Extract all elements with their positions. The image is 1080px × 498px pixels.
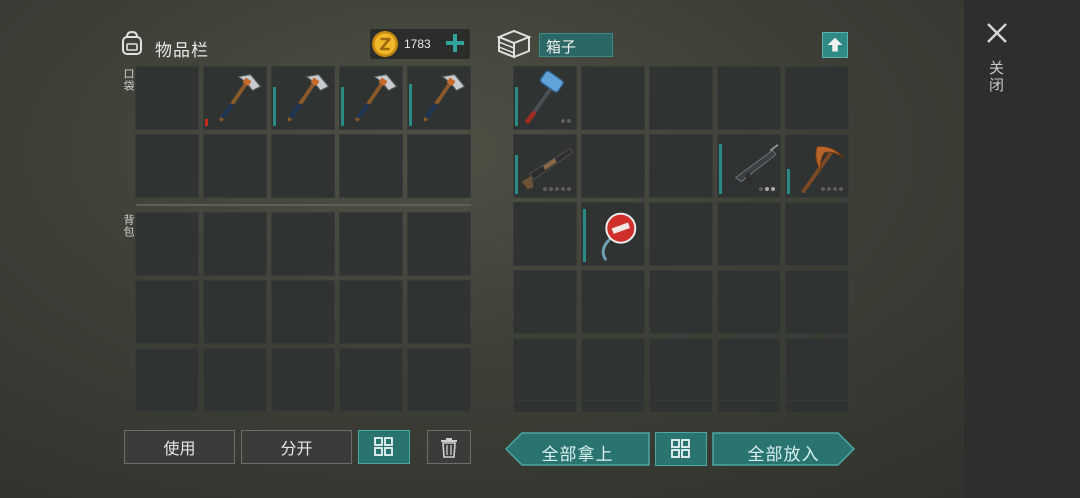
container-grid-next-row bbox=[513, 400, 849, 412]
empty-slot[interactable] bbox=[513, 202, 577, 266]
coin-amount: 1783 bbox=[404, 37, 431, 51]
empty-slot[interactable] bbox=[785, 202, 849, 266]
attachment-dots bbox=[759, 187, 775, 191]
attachment-dots bbox=[543, 187, 571, 191]
put-all-button[interactable]: 全部放入 bbox=[712, 432, 856, 466]
empty-slot[interactable] bbox=[581, 270, 645, 334]
pocket-label: 口袋 bbox=[122, 68, 134, 92]
put-all-label: 全部放入 bbox=[747, 445, 820, 464]
trash-icon bbox=[441, 438, 457, 458]
slot-hatchet[interactable] bbox=[203, 66, 267, 130]
empty-slot[interactable] bbox=[785, 338, 849, 402]
slot-sledgehammer[interactable] bbox=[513, 66, 577, 130]
empty-slot[interactable] bbox=[513, 270, 577, 334]
hatchet-icon bbox=[287, 74, 329, 122]
empty-slot[interactable] bbox=[717, 270, 781, 334]
backpack-label: 背包 bbox=[122, 214, 134, 238]
empty-slot[interactable] bbox=[407, 348, 471, 412]
coin-icon bbox=[372, 31, 398, 57]
sort-grid-icon bbox=[374, 437, 393, 456]
empty-slot[interactable] bbox=[717, 202, 781, 266]
slot-hatchet[interactable] bbox=[339, 66, 403, 130]
container-name: 箱子 bbox=[539, 33, 613, 57]
slot-pickaxe[interactable] bbox=[785, 134, 849, 198]
empty-slot[interactable] bbox=[407, 212, 471, 276]
empty-slot[interactable] bbox=[135, 348, 199, 412]
pocket-grid bbox=[135, 66, 471, 198]
close-label[interactable]: 关闭 bbox=[987, 60, 1006, 94]
empty-slot[interactable] bbox=[649, 270, 713, 334]
slot-lollipop[interactable] bbox=[581, 202, 645, 266]
empty-slot[interactable] bbox=[513, 338, 577, 402]
empty-slot[interactable] bbox=[581, 134, 645, 198]
sort-grid-icon bbox=[671, 439, 690, 458]
backpack-icon bbox=[122, 30, 142, 55]
crate-icon bbox=[496, 29, 532, 59]
container-grid bbox=[513, 66, 849, 402]
empty-slot[interactable] bbox=[135, 212, 199, 276]
empty-slot[interactable] bbox=[649, 134, 713, 198]
inventory-title: 物品栏 bbox=[155, 41, 209, 60]
backpack-grid bbox=[135, 212, 471, 412]
trash-button[interactable] bbox=[427, 430, 471, 464]
empty-slot[interactable] bbox=[271, 212, 335, 276]
section-divider bbox=[136, 204, 471, 206]
empty-slot[interactable] bbox=[649, 66, 713, 130]
empty-slot[interactable] bbox=[407, 280, 471, 344]
empty-slot[interactable] bbox=[271, 280, 335, 344]
empty-slot[interactable] bbox=[135, 134, 199, 198]
close-icon[interactable] bbox=[984, 20, 1010, 46]
empty-slot[interactable] bbox=[339, 348, 403, 412]
hatchet-icon bbox=[423, 74, 465, 122]
empty-slot[interactable] bbox=[135, 66, 199, 130]
slot-hatchet[interactable] bbox=[271, 66, 335, 130]
empty-slot[interactable] bbox=[649, 338, 713, 402]
take-all-label: 全部拿上 bbox=[541, 445, 614, 464]
hatchet-icon bbox=[355, 74, 397, 122]
empty-slot[interactable] bbox=[203, 280, 267, 344]
attachment-dots bbox=[561, 119, 571, 123]
empty-slot[interactable] bbox=[717, 66, 781, 130]
slot-assault-rifle[interactable] bbox=[717, 134, 781, 198]
use-button[interactable]: 使用 bbox=[124, 430, 235, 464]
empty-slot[interactable] bbox=[271, 134, 335, 198]
empty-slot[interactable] bbox=[135, 280, 199, 344]
empty-slot[interactable] bbox=[203, 212, 267, 276]
empty-slot[interactable] bbox=[581, 66, 645, 130]
empty-slot[interactable] bbox=[339, 280, 403, 344]
empty-slot[interactable] bbox=[717, 338, 781, 402]
lollipop-icon bbox=[601, 212, 637, 261]
empty-slot[interactable] bbox=[649, 202, 713, 266]
hatchet-icon bbox=[219, 74, 261, 122]
slot-shotgun[interactable] bbox=[513, 134, 577, 198]
empty-slot[interactable] bbox=[203, 134, 267, 198]
sort-inventory-button[interactable] bbox=[358, 430, 410, 464]
right-panel bbox=[964, 0, 1080, 498]
empty-slot[interactable] bbox=[581, 338, 645, 402]
empty-slot[interactable] bbox=[339, 212, 403, 276]
empty-slot[interactable] bbox=[407, 134, 471, 198]
take-all-button[interactable]: 全部拿上 bbox=[504, 432, 650, 466]
empty-slot[interactable] bbox=[785, 270, 849, 334]
empty-slot[interactable] bbox=[339, 134, 403, 198]
empty-slot[interactable] bbox=[203, 348, 267, 412]
empty-slot[interactable] bbox=[785, 66, 849, 130]
plus-icon[interactable] bbox=[443, 31, 467, 55]
arrow-up-icon[interactable] bbox=[822, 32, 848, 58]
split-button[interactable]: 分开 bbox=[241, 430, 352, 464]
sort-container-button[interactable] bbox=[655, 432, 707, 466]
empty-slot[interactable] bbox=[271, 348, 335, 412]
attachment-dots bbox=[821, 187, 843, 191]
slot-hatchet[interactable] bbox=[407, 66, 471, 130]
